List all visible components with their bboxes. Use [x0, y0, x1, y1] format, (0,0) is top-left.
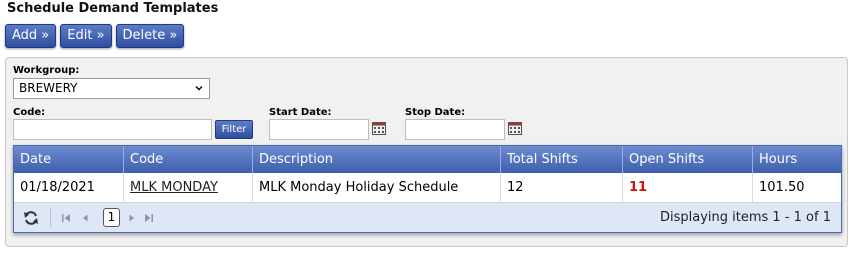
cell-code: MLK MONDAY: [124, 173, 253, 202]
cell-open-shifts: 11: [623, 173, 753, 202]
toolbar: Add » Edit » Delete »: [5, 24, 188, 48]
column-header-open-shifts[interactable]: Open Shifts: [623, 146, 753, 173]
cell-description: MLK Monday Holiday Schedule: [253, 173, 501, 202]
table-row[interactable]: 01/18/2021 MLK MONDAY MLK Monday Holiday…: [14, 173, 841, 203]
current-page[interactable]: 1: [103, 208, 120, 227]
stop-date-label: Stop Date:: [405, 107, 466, 118]
cell-total-shifts: 12: [501, 173, 623, 202]
grid-header: Date Code Description Total Shifts Open …: [14, 146, 841, 173]
templates-grid: Date Code Description Total Shifts Open …: [13, 145, 842, 233]
edit-button[interactable]: Edit »: [60, 24, 112, 48]
code-input[interactable]: [13, 119, 212, 140]
calendar-icon[interactable]: [372, 121, 386, 135]
delete-button[interactable]: Delete »: [115, 24, 185, 48]
cell-hours: 101.50: [759, 180, 805, 195]
column-header-date[interactable]: Date: [14, 146, 124, 173]
start-date-input[interactable]: [269, 119, 369, 140]
prev-page-icon[interactable]: [80, 213, 90, 223]
code-label: Code:: [13, 107, 46, 118]
grid-pager: 1 Displaying items 1 - 1 of 1: [14, 203, 841, 232]
calendar-icon[interactable]: [508, 121, 522, 135]
first-page-icon[interactable]: [61, 213, 71, 223]
start-date-label: Start Date:: [269, 107, 332, 118]
column-header-description[interactable]: Description: [253, 146, 501, 173]
code-link[interactable]: MLK MONDAY: [130, 180, 218, 195]
filter-button[interactable]: Filter: [215, 120, 253, 139]
column-header-hours[interactable]: Hours: [753, 146, 841, 173]
cell-date: 01/18/2021: [14, 173, 124, 202]
add-button[interactable]: Add »: [5, 24, 57, 48]
chevron-down-icon: [195, 86, 203, 91]
stop-date-input[interactable]: [405, 119, 505, 140]
last-page-icon[interactable]: [144, 213, 154, 223]
pager-separator: [50, 208, 51, 227]
column-header-total-shifts[interactable]: Total Shifts: [501, 146, 623, 173]
next-page-icon[interactable]: [127, 213, 137, 223]
workgroup-value: BREWERY: [19, 81, 78, 95]
workgroup-label: Workgroup:: [13, 65, 80, 76]
column-header-code[interactable]: Code: [124, 146, 253, 173]
filter-panel: Workgroup: BREWERY Code: Filter Start Da…: [5, 57, 848, 247]
refresh-icon[interactable]: [23, 210, 39, 226]
page-title: Schedule Demand Templates: [7, 1, 219, 16]
workgroup-select[interactable]: BREWERY: [13, 78, 210, 99]
pager-info: Displaying items 1 - 1 of 1: [660, 210, 831, 225]
